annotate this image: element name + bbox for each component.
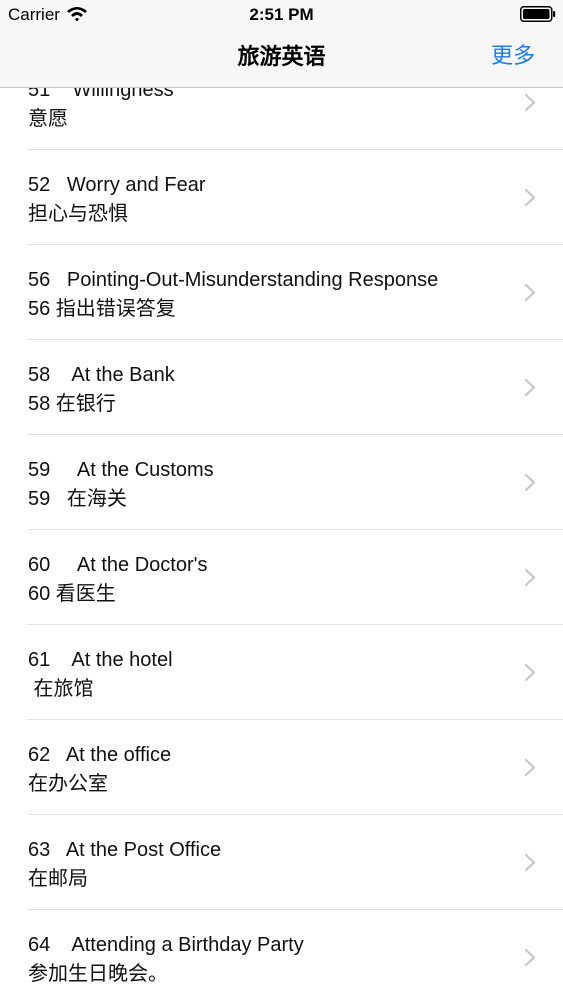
list-item[interactable]: 64 Attending a Birthday Party 参加生日晚会。 (0, 910, 563, 1000)
list-item-subtitle: 担心与恐惧 (28, 203, 128, 225)
list-item-title: 60 At the Doctor's (28, 554, 208, 576)
list-item-title: 56 Pointing-Out-Misunderstanding Respons… (28, 269, 439, 291)
app-screen: Carrier 2:51 PM 旅游英语 更多 51 Willingness 意… (0, 0, 563, 1000)
list-item-subtitle: 56 指出错误答复 (28, 298, 176, 320)
list-item-subtitle: 60 看医生 (28, 583, 116, 605)
list-item[interactable]: 52 Worry and Fear 担心与恐惧 (0, 150, 563, 245)
list-item[interactable]: 59 At the Customs 59 在海关 (0, 435, 563, 530)
list-item[interactable]: 58 At the Bank 58 在银行 (0, 340, 563, 435)
chevron-right-icon (524, 473, 536, 492)
chevron-right-icon (524, 853, 536, 872)
list-item-subtitle: 在邮局 (28, 868, 88, 890)
list-item-title: 52 Worry and Fear (28, 174, 206, 196)
list-item[interactable]: 61 At the hotel 在旅馆 (0, 625, 563, 720)
list-item-title: 59 At the Customs (28, 459, 214, 481)
chevron-right-icon (524, 948, 536, 967)
list-item-subtitle: 参加生日晚会。 (28, 963, 168, 985)
list-item-subtitle: 在旅馆 (28, 678, 94, 700)
chevron-right-icon (524, 93, 536, 112)
page-title: 旅游英语 (237, 44, 326, 69)
list-item-subtitle: 意愿 (28, 108, 68, 130)
chevron-right-icon (524, 378, 536, 397)
chevron-right-icon (524, 758, 536, 777)
chevron-right-icon (524, 568, 536, 587)
list-item-subtitle: 在办公室 (28, 773, 108, 795)
status-bar: Carrier 2:51 PM (0, 0, 563, 30)
list-item[interactable]: 60 At the Doctor's 60 看医生 (0, 530, 563, 625)
list-item-title: 58 At the Bank (28, 364, 175, 386)
list-item-title: 61 At the hotel (28, 649, 173, 671)
list-item[interactable]: 56 Pointing-Out-Misunderstanding Respons… (0, 245, 563, 340)
list-item-title: 64 Attending a Birthday Party (28, 934, 304, 956)
chevron-right-icon (524, 188, 536, 207)
chevron-right-icon (524, 663, 536, 682)
list-item[interactable]: 62 At the office 在办公室 (0, 720, 563, 815)
battery-icon (520, 6, 556, 22)
list-item-subtitle: 59 在海关 (28, 488, 127, 510)
list-item[interactable]: 63 At the Post Office 在邮局 (0, 815, 563, 910)
list-item-title: 63 At the Post Office (28, 839, 222, 861)
chevron-right-icon (524, 283, 536, 302)
status-time: 2:51 PM (249, 5, 314, 24)
navigation-bar: 旅游英语 更多 (0, 30, 563, 88)
more-button[interactable]: 更多 (491, 42, 535, 70)
list-item-subtitle: 58 在银行 (28, 393, 116, 415)
list-item-title: 62 At the office (28, 744, 172, 766)
